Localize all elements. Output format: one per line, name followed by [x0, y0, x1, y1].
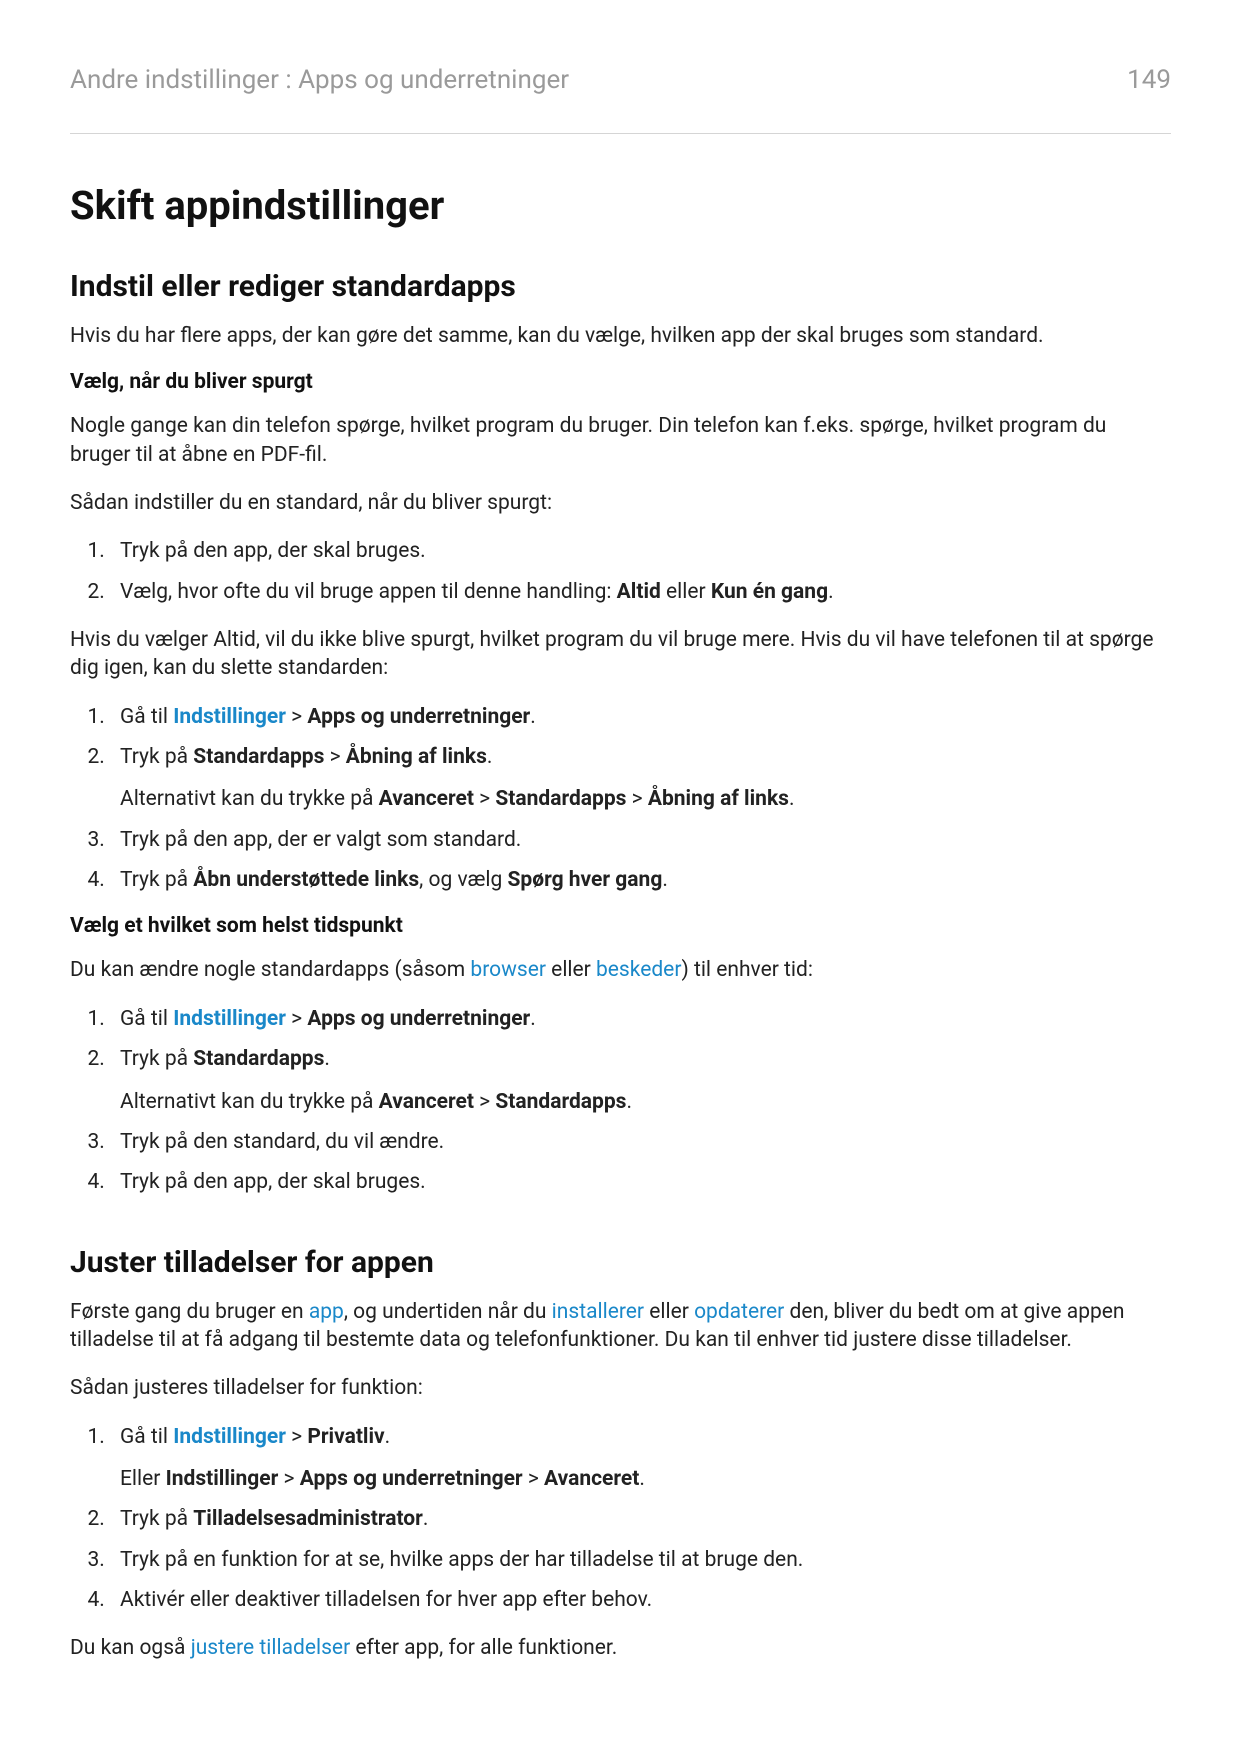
link-app[interactable]: app: [309, 1300, 344, 1324]
body-text: Du kan ændre nogle standardapps (såsom b…: [70, 956, 1171, 984]
list-subtext: Alternativt kan du trykke på Avanceret >…: [120, 1088, 1171, 1116]
list-item: Vælg, hvor ofte du vil bruge appen til d…: [110, 578, 1171, 606]
list-item: Tryk på den app, der er valgt som standa…: [110, 826, 1171, 854]
list-item: Tryk på Tilladelsesadministrator.: [110, 1505, 1171, 1533]
link-settings[interactable]: Indstillinger: [173, 1007, 286, 1031]
link-update[interactable]: opdaterer: [694, 1300, 784, 1324]
list-item: Tryk på Standardapps > Åbning af links. …: [110, 743, 1171, 814]
list-item: Aktivér eller deaktiver tilladelsen for …: [110, 1586, 1171, 1614]
body-text: Sådan indstiller du en standard, når du …: [70, 489, 1171, 517]
page-title: Skift appindstillinger: [70, 182, 1171, 229]
page-header: Andre indstillinger : Apps og underretni…: [70, 65, 1171, 95]
body-text: Du kan også justere tilladelser efter ap…: [70, 1634, 1171, 1662]
body-text: Sådan justeres tilladelser for funktion:: [70, 1374, 1171, 1402]
link-install[interactable]: installerer: [552, 1300, 644, 1324]
page-number: 149: [1127, 65, 1171, 95]
list-item: Tryk på den app, der skal bruges.: [110, 1168, 1171, 1196]
list-item: Tryk på den standard, du vil ændre.: [110, 1128, 1171, 1156]
intro-text: Hvis du har flere apps, der kan gøre det…: [70, 322, 1171, 350]
list-subtext: Alternativt kan du trykke på Avanceret >…: [120, 785, 1171, 813]
list-subtext: Eller Indstillinger > Apps og underretni…: [120, 1465, 1171, 1493]
ordered-list: Gå til Indstillinger > Apps og underretn…: [70, 1005, 1171, 1197]
subheading-when-asked: Vælg, når du bliver spurgt: [70, 370, 1171, 394]
list-item: Tryk på den app, der skal bruges.: [110, 537, 1171, 565]
link-settings[interactable]: Indstillinger: [173, 1425, 286, 1449]
link-browser[interactable]: browser: [470, 958, 546, 982]
list-item: Tryk på Åbn understøttede links, og vælg…: [110, 866, 1171, 894]
list-item: Gå til Indstillinger > Apps og underretn…: [110, 1005, 1171, 1033]
section-heading-permissions: Juster tilladelser for appen: [70, 1245, 1171, 1280]
link-messages[interactable]: beskeder: [596, 958, 681, 982]
breadcrumb: Andre indstillinger : Apps og underretni…: [70, 65, 569, 95]
body-text: Nogle gange kan din telefon spørge, hvil…: [70, 412, 1171, 469]
link-adjust-permissions[interactable]: justere tilladelser: [191, 1636, 351, 1660]
link-settings[interactable]: Indstillinger: [173, 705, 286, 729]
body-text: Hvis du vælger Altid, vil du ikke blive …: [70, 626, 1171, 683]
body-text: Første gang du bruger en app, og underti…: [70, 1298, 1171, 1355]
list-item: Gå til Indstillinger > Apps og underretn…: [110, 703, 1171, 731]
subheading-anytime: Vælg et hvilket som helst tidspunkt: [70, 914, 1171, 938]
ordered-list: Tryk på den app, der skal bruges. Vælg, …: [70, 537, 1171, 606]
list-item: Gå til Indstillinger > Privatliv. Eller …: [110, 1423, 1171, 1494]
ordered-list: Gå til Indstillinger > Privatliv. Eller …: [70, 1423, 1171, 1615]
header-divider: [70, 133, 1171, 134]
ordered-list: Gå til Indstillinger > Apps og underretn…: [70, 703, 1171, 895]
section-heading-default-apps: Indstil eller rediger standardapps: [70, 269, 1171, 304]
list-item: Tryk på Standardapps. Alternativt kan du…: [110, 1045, 1171, 1116]
list-item: Tryk på en funktion for at se, hvilke ap…: [110, 1546, 1171, 1574]
